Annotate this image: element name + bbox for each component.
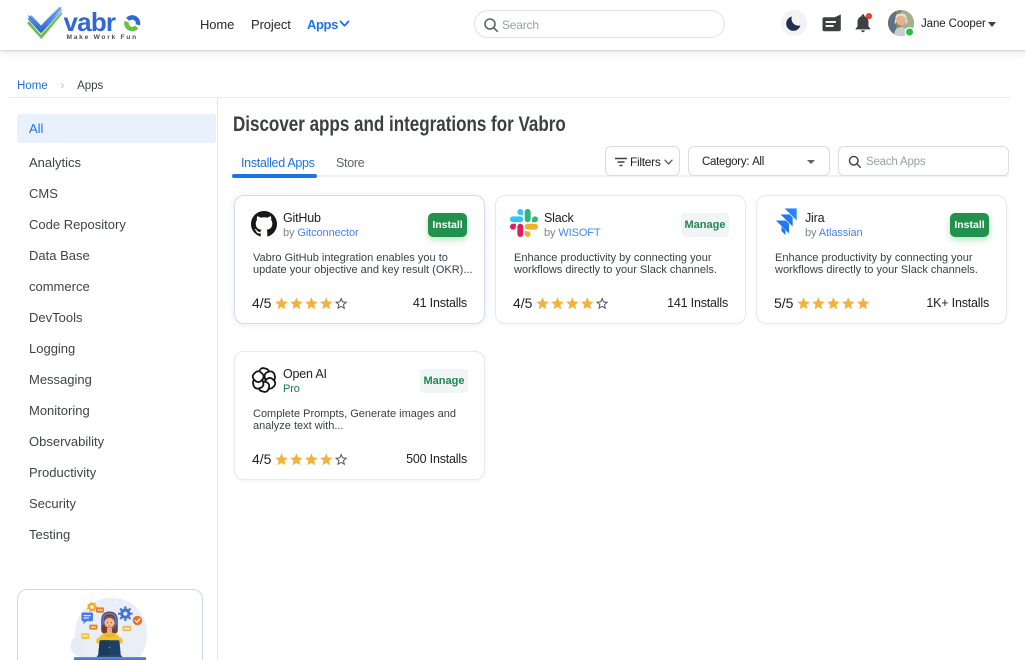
svg-text:Make Work Fun: Make Work Fun (67, 34, 138, 41)
svg-text:vabr: vabr (64, 7, 116, 37)
